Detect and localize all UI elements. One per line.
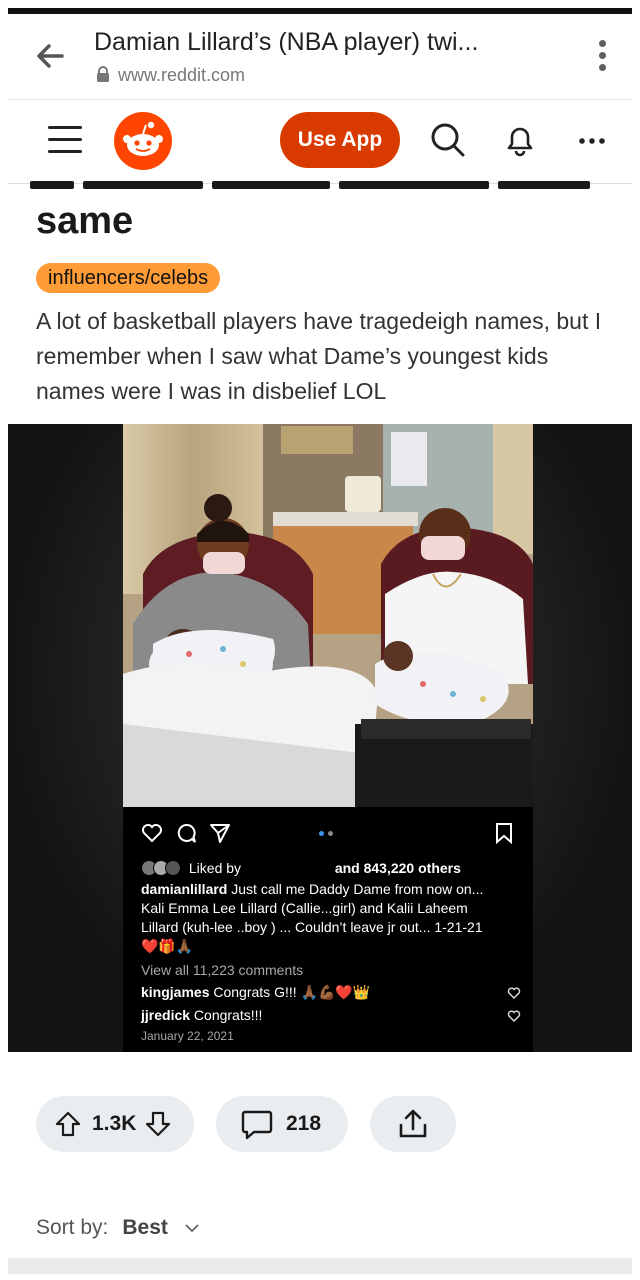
chevron-down-icon (185, 1224, 199, 1233)
use-app-button[interactable]: Use App (280, 112, 400, 168)
sort-value: Best (122, 1216, 168, 1239)
liked-by-label: Liked by (188, 860, 242, 876)
caption-username[interactable]: damianlillard (141, 881, 227, 897)
comment-like-icon[interactable] (507, 1010, 521, 1022)
reddit-logo-icon[interactable] (114, 112, 172, 170)
browser-page-title: Damian Lillard’s (NBA player) twi... (94, 28, 479, 56)
post-body: A lot of basketball players have tragede… (36, 308, 602, 404)
comment-bubble-icon (241, 1110, 273, 1140)
like-icon[interactable] (141, 823, 163, 843)
comments-button[interactable]: 218 (216, 1096, 348, 1152)
liked-by-row: Liked by and 843,220 others (141, 859, 461, 878)
caption-text-3: Lillard (kuh-lee ..boy ) ... Couldn’t le… (141, 919, 483, 935)
share-plane-icon[interactable] (209, 822, 231, 844)
lock-icon (97, 66, 109, 82)
browser-url[interactable]: www.reddit.com (96, 65, 245, 86)
comment-username[interactable]: jjredick (141, 1007, 190, 1023)
vote-count: 1.3K (92, 1112, 137, 1135)
sort-control[interactable]: Sort by: Best (36, 1216, 200, 1240)
comment-text: Congrats!!! (193, 1007, 263, 1023)
likes-count: and 843,220 others (334, 860, 461, 876)
hamburger-menu-icon[interactable] (48, 126, 82, 154)
browser-header: Damian Lillard’s (NBA player) twi... www… (8, 14, 632, 100)
downvote-arrow-icon[interactable] (144, 1110, 172, 1138)
clipped-title-line (30, 176, 610, 190)
comment-text: Congrats G!!! 🙏🏾💪🏾❤️👑 (213, 984, 371, 1000)
reddit-navbar: Use App (8, 100, 632, 184)
upvote-arrow-icon[interactable] (54, 1110, 82, 1138)
liker-avatars-icon (141, 860, 185, 876)
post-flair[interactable]: influencers/celebs (36, 263, 221, 293)
comment-count: 218 (286, 1112, 322, 1135)
caption-text-2: Kali Emma Lee Lillard (Callie...girl) an… (141, 900, 468, 916)
comment-row: kingjames Congrats G!!! 🙏🏾💪🏾❤️👑 (141, 983, 370, 1002)
caption-emojis: ❤️🎁🙏🏾 (141, 938, 194, 954)
hospital-family-photo (123, 424, 533, 807)
instagram-post-panel: Liked by and 843,220 others damianlillar… (123, 807, 533, 1052)
bottom-divider (8, 1258, 632, 1274)
notification-bell-icon[interactable] (500, 120, 540, 160)
search-icon[interactable] (428, 120, 468, 160)
browser-menu-icon[interactable] (596, 40, 608, 74)
carousel-dot (328, 831, 333, 836)
bookmark-icon[interactable] (495, 822, 513, 844)
comment-icon[interactable] (175, 822, 197, 844)
comment-like-icon[interactable] (507, 987, 521, 999)
caption-text-1: Just call me Daddy Dame from now on... (231, 881, 484, 897)
vote-pill: 1.3K (36, 1096, 194, 1152)
sort-label: Sort by: (36, 1216, 109, 1239)
back-arrow-icon[interactable] (32, 38, 68, 74)
url-text: www.reddit.com (118, 65, 246, 85)
more-options-icon[interactable] (572, 120, 612, 160)
comment-username[interactable]: kingjames (141, 984, 209, 1000)
post-image[interactable]: Liked by and 843,220 others damianlillar… (8, 424, 632, 1052)
share-button[interactable] (370, 1096, 456, 1152)
share-icon (399, 1109, 427, 1138)
post-title: same (36, 200, 134, 242)
post-date: January 22, 2021 (141, 1029, 234, 1043)
carousel-dot-active (319, 831, 324, 836)
view-all-comments-link[interactable]: View all 11,223 comments (141, 961, 303, 980)
caption-line-1: damianlillard Just call me Daddy Dame fr… (141, 880, 483, 899)
comment-row: jjredick Congrats!!! (141, 1006, 262, 1025)
